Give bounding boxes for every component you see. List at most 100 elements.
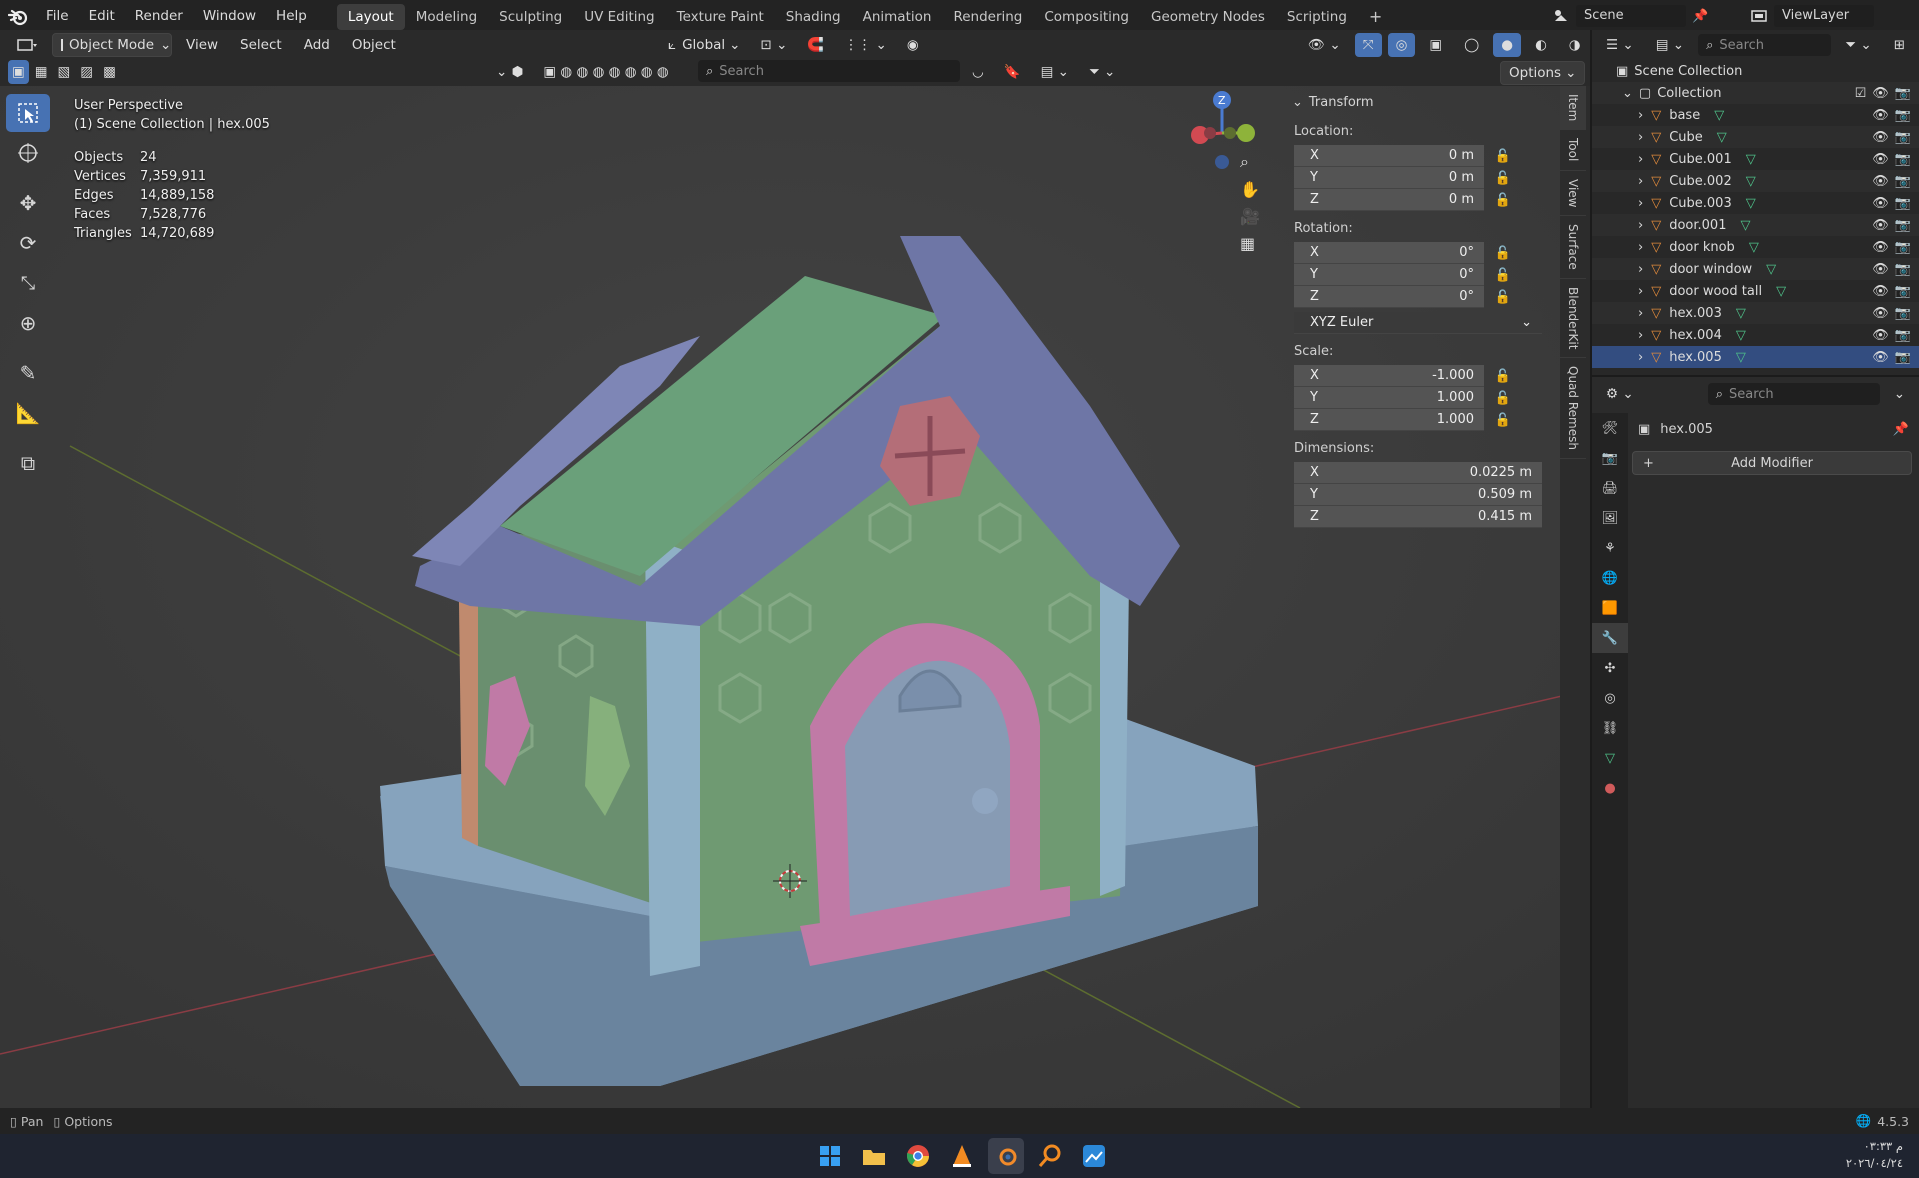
- cursor-tool-icon[interactable]: [6, 134, 50, 172]
- tab-uv-editing[interactable]: UV Editing: [573, 4, 665, 30]
- tab-sculpting[interactable]: Sculpting: [488, 4, 573, 30]
- snap-target-icon[interactable]: ⋮⋮ ⌄: [836, 33, 895, 57]
- tab-rendering[interactable]: Rendering: [942, 4, 1033, 30]
- chevron-right-icon[interactable]: ›: [1638, 130, 1643, 145]
- rotation-z-field[interactable]: Z 0°: [1294, 286, 1484, 308]
- lock-icon[interactable]: 🔓: [1490, 189, 1516, 211]
- outliner-item[interactable]: › ▽ door.001 ▽ 👁 📷: [1592, 214, 1919, 236]
- tab-view[interactable]: View: [1560, 171, 1586, 217]
- visibility-icon[interactable]: 👁 ⌄: [1300, 33, 1349, 57]
- world-tab-icon[interactable]: 🌐: [1592, 563, 1628, 593]
- camera-icon[interactable]: 📷: [1895, 196, 1911, 211]
- outliner-item[interactable]: › ▽ door window ▽ 👁 📷: [1592, 258, 1919, 280]
- options-dropdown[interactable]: Options ⌄: [1500, 61, 1586, 85]
- outliner-item[interactable]: › ▽ hex.004 ▽ 👁 📷: [1592, 324, 1919, 346]
- tab-quad-remesh[interactable]: Quad Remesh: [1560, 358, 1586, 460]
- bookmark-icon[interactable]: 🔖: [996, 60, 1029, 84]
- modifier-tab-icon[interactable]: 🔧: [1592, 623, 1628, 653]
- material-tab-icon[interactable]: ●: [1592, 773, 1628, 803]
- camera-icon[interactable]: 📷: [1895, 108, 1911, 123]
- lock-icon[interactable]: 🔓: [1490, 286, 1516, 308]
- tab-geometry-nodes[interactable]: Geometry Nodes: [1140, 4, 1276, 30]
- zoom-icon[interactable]: ⌕: [1240, 152, 1260, 172]
- shading-rendered-icon[interactable]: ◑: [1561, 33, 1589, 57]
- chevron-right-icon[interactable]: ›: [1638, 350, 1643, 365]
- select-subtract-icon[interactable]: ▧: [54, 60, 75, 84]
- view-layer-tab-icon[interactable]: 🖼: [1592, 503, 1628, 533]
- outliner-item[interactable]: › ▽ base ▽ 👁 📷: [1592, 104, 1919, 126]
- tab-shading[interactable]: Shading: [775, 4, 852, 30]
- navigation-gizmo[interactable]: Z: [1180, 86, 1280, 188]
- snap-icon[interactable]: 🧲: [799, 33, 832, 57]
- photos-icon[interactable]: [1076, 1138, 1112, 1174]
- properties-editor-type-icon[interactable]: ⚙ ⌄: [1598, 382, 1642, 406]
- location-z-field[interactable]: Z0 m: [1294, 189, 1484, 211]
- menu-view[interactable]: View: [178, 33, 226, 57]
- outliner-item[interactable]: › ▽ Cube.003 ▽ 👁 📷: [1592, 192, 1919, 214]
- lock-icon[interactable]: 🔓: [1490, 409, 1516, 431]
- transform-panel-header[interactable]: ⌄ Transform: [1292, 90, 1550, 114]
- file-explorer-icon[interactable]: [856, 1138, 892, 1174]
- tab-item[interactable]: Item: [1560, 86, 1586, 131]
- tab-tool[interactable]: Tool: [1560, 130, 1586, 171]
- scene-tab-icon[interactable]: ⚘: [1592, 533, 1628, 563]
- start-icon[interactable]: [812, 1138, 848, 1174]
- tab-layout[interactable]: Layout: [336, 3, 405, 30]
- filter-icon[interactable]: ⏷ ⌄: [1837, 33, 1879, 57]
- lock-icon[interactable]: 🔓: [1490, 167, 1516, 189]
- outliner-editor-type-icon[interactable]: ☰ ⌄: [1598, 33, 1642, 57]
- chevron-right-icon[interactable]: ›: [1638, 284, 1643, 299]
- scale-tool-icon[interactable]: ⤡: [6, 264, 50, 302]
- camera-icon[interactable]: 📷: [1895, 240, 1911, 255]
- blender-logo-icon[interactable]: [0, 0, 36, 33]
- physics-tab-icon[interactable]: ◎: [1592, 683, 1628, 713]
- chevron-down-icon[interactable]: ⌄: [1886, 382, 1913, 406]
- add-cube-tool-icon[interactable]: ⧉: [6, 444, 50, 482]
- eye-icon[interactable]: 👁: [1872, 86, 1889, 101]
- chrome-icon[interactable]: [900, 1138, 936, 1174]
- camera-icon[interactable]: 📷: [1895, 152, 1911, 167]
- dimensions-x-field[interactable]: X 0.0225 m: [1294, 462, 1542, 484]
- select-intersect-icon[interactable]: ▩: [99, 60, 120, 84]
- menu-edit[interactable]: Edit: [79, 0, 125, 33]
- shading-solid-icon[interactable]: ●: [1493, 33, 1521, 57]
- measure-tool-icon[interactable]: 📐: [6, 394, 50, 432]
- vlc-icon[interactable]: [944, 1138, 980, 1174]
- gizmo-toggle-icon[interactable]: ⤧: [1354, 33, 1382, 57]
- chevron-right-icon[interactable]: ›: [1638, 218, 1643, 233]
- camera-icon[interactable]: 📷: [1895, 350, 1911, 365]
- layout-icon[interactable]: ▤ ⌄: [1033, 60, 1077, 84]
- constraints-tab-icon[interactable]: ⛓: [1592, 713, 1628, 743]
- camera-icon[interactable]: 📷: [1895, 284, 1911, 299]
- outliner-item[interactable]: › ▽ door knob ▽ 👁 📷: [1592, 236, 1919, 258]
- pin-icon[interactable]: 📌: [1893, 422, 1909, 437]
- lock-icon[interactable]: 🔓: [1490, 387, 1516, 409]
- location-y-field[interactable]: Y0 m: [1294, 167, 1484, 189]
- tab-texture-paint[interactable]: Texture Paint: [666, 4, 775, 30]
- object-type-visibility-icon[interactable]: ▣ ◍ ◍ ◍ ◍ ◍ ◍ ◍: [535, 60, 676, 84]
- chevron-right-icon[interactable]: ›: [1638, 328, 1643, 343]
- camera-icon[interactable]: 📷: [1895, 218, 1911, 233]
- scene-selector[interactable]: Scene 📌: [1552, 4, 1752, 28]
- scale-x-field[interactable]: X -1.000: [1294, 365, 1484, 387]
- eye-icon[interactable]: 👁: [1872, 328, 1889, 343]
- menu-select[interactable]: Select: [232, 33, 290, 57]
- annotate-tool-icon[interactable]: ✎: [6, 354, 50, 392]
- tab-scripting[interactable]: Scripting: [1276, 4, 1358, 30]
- menu-window[interactable]: Window: [193, 0, 266, 33]
- xray-icon[interactable]: ▣: [1421, 33, 1450, 57]
- ortho-grid-icon[interactable]: ▦: [1240, 234, 1260, 253]
- eye-icon[interactable]: 👁: [1872, 306, 1889, 321]
- pivot-point-icon[interactable]: ⊡ ⌄: [752, 33, 795, 57]
- camera-icon[interactable]: 📷: [1895, 262, 1911, 277]
- output-tab-icon[interactable]: 🖨: [1592, 473, 1628, 503]
- clock[interactable]: م ٠٣:٣٣ ٢٠٢٦/٠٤/٢٤: [1846, 1138, 1903, 1172]
- blender-taskbar-icon[interactable]: [988, 1138, 1024, 1174]
- collapse-icon[interactable]: ◡: [964, 60, 992, 84]
- chevron-right-icon[interactable]: ›: [1638, 174, 1643, 189]
- tool-tab-icon[interactable]: 🛠: [1592, 413, 1628, 443]
- tab-blenderkit[interactable]: BlenderKit: [1560, 279, 1586, 359]
- eye-icon[interactable]: 👁: [1872, 196, 1889, 211]
- view-layer-selector[interactable]: ViewLayer: [1750, 4, 1915, 28]
- outliner-item[interactable]: › ▽ Cube.002 ▽ 👁 📷: [1592, 170, 1919, 192]
